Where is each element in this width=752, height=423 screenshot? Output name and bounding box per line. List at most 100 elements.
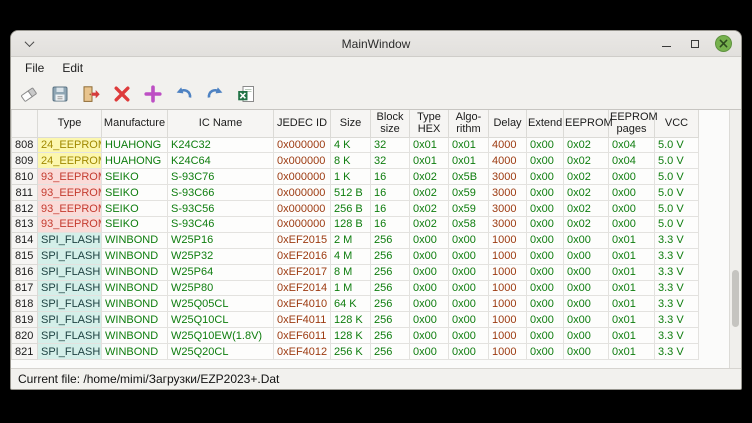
table-cell[interactable]: 16 [371, 169, 410, 185]
table-cell[interactable]: 0x02 [564, 169, 609, 185]
table-cell[interactable]: 16 [371, 201, 410, 217]
table-cell[interactable]: 4000 [489, 137, 527, 153]
table-cell[interactable]: 256 [371, 264, 410, 280]
table-cell[interactable]: 0x00 [609, 216, 655, 232]
table-cell[interactable]: 1000 [489, 232, 527, 248]
table-cell[interactable]: WINBOND [102, 312, 168, 328]
table-cell[interactable]: 3.3 V [655, 312, 699, 328]
table-cell[interactable]: 0x000000 [274, 201, 331, 217]
table-cell[interactable]: 0x00 [564, 328, 609, 344]
table-cell[interactable]: 2 M [331, 232, 371, 248]
table-row[interactable]: 80924_EEPROMHUAHONGK24C640x0000008 K320x… [12, 153, 699, 169]
table-cell[interactable]: 24_EEPROM [38, 153, 102, 169]
column-header[interactable]: Size [331, 110, 371, 137]
table-cell[interactable]: 0x02 [564, 185, 609, 201]
table-cell[interactable]: 16 [371, 216, 410, 232]
table-cell[interactable]: 32 [371, 137, 410, 153]
table-cell[interactable]: 32 [371, 153, 410, 169]
table-cell[interactable]: W25Q10CL [168, 312, 274, 328]
table-cell[interactable]: 0x00 [410, 328, 449, 344]
table-cell[interactable]: 0x01 [609, 296, 655, 312]
table-cell[interactable]: 8 M [331, 264, 371, 280]
table-cell[interactable]: 0xEF4010 [274, 296, 331, 312]
table-cell[interactable]: 0x01 [449, 153, 489, 169]
table-cell[interactable]: SPI_FLASH [38, 232, 102, 248]
vertical-scrollbar[interactable] [729, 110, 741, 368]
table-cell[interactable]: 0x58 [449, 216, 489, 232]
table-cell[interactable]: 256 [371, 280, 410, 296]
table-cell[interactable]: 93_EEPROM [38, 185, 102, 201]
table-cell[interactable]: 512 B [331, 185, 371, 201]
table-cell[interactable]: 0xEF6011 [274, 328, 331, 344]
table-cell[interactable]: 0x02 [564, 216, 609, 232]
table-cell[interactable]: WINBOND [102, 232, 168, 248]
table-cell[interactable]: SPI_FLASH [38, 296, 102, 312]
table-cell[interactable]: 3.3 V [655, 264, 699, 280]
table-cell[interactable]: 256 [371, 232, 410, 248]
table-cell[interactable]: W25Q05CL [168, 296, 274, 312]
column-header[interactable]: Algo- rithm [449, 110, 489, 137]
table-cell[interactable]: 4 M [331, 248, 371, 264]
table-cell[interactable]: WINBOND [102, 328, 168, 344]
table-cell[interactable]: 3.3 V [655, 232, 699, 248]
table-cell[interactable]: S-93C76 [168, 169, 274, 185]
table-cell[interactable]: 0x000000 [274, 137, 331, 153]
column-header[interactable]: JEDEC ID [274, 110, 331, 137]
table-cell[interactable]: 5.0 V [655, 153, 699, 169]
table-cell[interactable]: 4 K [331, 137, 371, 153]
table-cell[interactable]: 0x02 [564, 153, 609, 169]
table-cell[interactable]: W25P32 [168, 248, 274, 264]
table-cell[interactable]: 0x00 [527, 296, 564, 312]
redo-button[interactable] [204, 83, 226, 105]
column-header[interactable]: Delay [489, 110, 527, 137]
table-cell[interactable]: 0x00 [449, 296, 489, 312]
table-cell[interactable]: W25P16 [168, 232, 274, 248]
table-cell[interactable]: 3000 [489, 169, 527, 185]
table-cell[interactable]: 0x01 [410, 137, 449, 153]
column-header[interactable]: EEPROM [564, 110, 609, 137]
table-cell[interactable]: 0x01 [410, 153, 449, 169]
table-cell[interactable]: 1000 [489, 328, 527, 344]
table-row[interactable]: 820SPI_FLASHWINBONDW25Q10EW(1.8V)0xEF601… [12, 328, 699, 344]
table-row[interactable]: 814SPI_FLASHWINBONDW25P160xEF20152 M2560… [12, 232, 699, 248]
table-row[interactable]: 81393_EEPROMSEIKOS-93C460x000000128 B160… [12, 216, 699, 232]
table-cell[interactable]: 0x02 [410, 216, 449, 232]
save-button[interactable] [49, 83, 71, 105]
table-cell[interactable]: 0x00 [527, 185, 564, 201]
table-cell[interactable]: 0xEF2014 [274, 280, 331, 296]
table-cell[interactable]: 0x00 [410, 280, 449, 296]
window-menu-button[interactable] [20, 35, 38, 53]
table-cell[interactable]: 1 K [331, 169, 371, 185]
table-row[interactable]: 80824_EEPROMHUAHONGK24C320x0000004 K320x… [12, 137, 699, 153]
table-cell[interactable]: WINBOND [102, 248, 168, 264]
table-cell[interactable]: 5.0 V [655, 169, 699, 185]
table-cell[interactable]: 0x01 [609, 232, 655, 248]
table-cell[interactable]: K24C32 [168, 137, 274, 153]
table-cell[interactable]: 0x00 [609, 201, 655, 217]
table-cell[interactable]: WINBOND [102, 296, 168, 312]
table-row[interactable]: 821SPI_FLASHWINBONDW25Q20CL0xEF4012256 K… [12, 344, 699, 360]
table-cell[interactable]: 0x04 [609, 153, 655, 169]
table-cell[interactable]: 0x00 [410, 312, 449, 328]
table-cell[interactable]: S-93C66 [168, 185, 274, 201]
table-cell[interactable]: 5.0 V [655, 185, 699, 201]
table-cell[interactable]: 0x00 [449, 280, 489, 296]
table-cell[interactable]: 0xEF2016 [274, 248, 331, 264]
table-cell[interactable]: W25Q10EW(1.8V) [168, 328, 274, 344]
table-cell[interactable]: 256 [371, 296, 410, 312]
table-cell[interactable]: 0x01 [609, 280, 655, 296]
table-cell[interactable]: 0x00 [564, 344, 609, 360]
table-cell[interactable]: 0xEF2017 [274, 264, 331, 280]
exit-button[interactable] [80, 83, 102, 105]
table-cell[interactable]: WINBOND [102, 264, 168, 280]
table-cell[interactable]: 0x00 [564, 280, 609, 296]
table-cell[interactable]: 3000 [489, 201, 527, 217]
table-row[interactable]: 817SPI_FLASHWINBONDW25P800xEF20141 M2560… [12, 280, 699, 296]
column-header[interactable]: Block size [371, 110, 410, 137]
table-cell[interactable]: 0x00 [449, 264, 489, 280]
close-button[interactable] [715, 35, 732, 52]
table-cell[interactable]: 0x00 [449, 312, 489, 328]
table-cell[interactable]: 0x02 [410, 169, 449, 185]
table-cell[interactable]: SPI_FLASH [38, 280, 102, 296]
table-cell[interactable]: SPI_FLASH [38, 248, 102, 264]
